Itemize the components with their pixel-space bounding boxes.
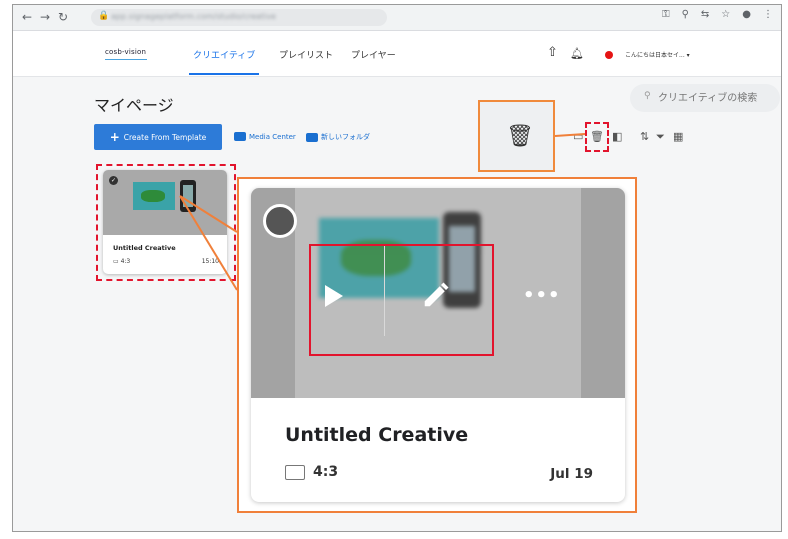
action-buttons-highlight bbox=[309, 244, 494, 356]
filter-icon[interactable]: ⏷ bbox=[656, 130, 665, 144]
new-folder-link[interactable]: 新しいフォルダ bbox=[306, 132, 370, 142]
tab-playlist[interactable]: プレイリスト bbox=[279, 48, 333, 61]
record-indicator bbox=[605, 51, 613, 59]
browser-actions: ⚿ ⚲ ⇆ ☆ ● ⋮ bbox=[662, 9, 773, 20]
bell-icon[interactable]: 🔔︎ bbox=[570, 47, 584, 60]
menu-icon[interactable]: ⋮ bbox=[763, 9, 773, 20]
create-from-template-button[interactable]: + Create From Template bbox=[94, 124, 222, 150]
lock-icon: 🔒 bbox=[98, 11, 110, 21]
folder-icon bbox=[306, 132, 318, 142]
selection-highlight-trash bbox=[585, 122, 609, 152]
select-checkbox[interactable] bbox=[263, 204, 297, 238]
create-button-label: Create From Template bbox=[123, 132, 207, 142]
new-folder-label: 新しいフォルダ bbox=[321, 133, 370, 141]
screen-icon bbox=[285, 464, 305, 480]
selection-highlight-card bbox=[96, 164, 236, 281]
trash-icon-large: 🗑︎ bbox=[506, 124, 534, 149]
search-icon: ⚲ bbox=[644, 91, 651, 101]
browser-toolbar: ← → ↻ 🔒 app.signageplatform.com/studio/c… bbox=[13, 5, 781, 31]
duplicate-icon[interactable]: ◧ bbox=[612, 130, 622, 143]
address-text: app.signageplatform.com/studio/creative bbox=[111, 12, 276, 21]
upload-icon[interactable]: ⇧ bbox=[547, 45, 558, 60]
forward-icon[interactable]: → bbox=[37, 9, 53, 25]
reload-icon[interactable]: ↻ bbox=[55, 9, 71, 25]
sort-icon[interactable]: ⇅ bbox=[640, 130, 649, 143]
translate-icon[interactable]: ⇆ bbox=[701, 9, 709, 20]
app-header: cosb-vision クリエイティブ プレイリスト プレイヤー ⇧ 🔔︎ こん… bbox=[13, 31, 781, 77]
media-center-link[interactable]: Media Center bbox=[234, 132, 296, 141]
zoom-icon[interactable]: ⚲ bbox=[682, 9, 689, 20]
media-icon bbox=[234, 132, 246, 141]
creative-date: Jul 19 bbox=[550, 466, 593, 482]
aspect-ratio-large: 4:3 bbox=[285, 464, 338, 480]
aspect-ratio-value-large: 4:3 bbox=[313, 464, 339, 480]
app-logo[interactable]: cosb-vision bbox=[105, 48, 148, 60]
page-title: マイページ bbox=[94, 96, 174, 115]
media-center-label: Media Center bbox=[249, 132, 296, 141]
grid-view-icon[interactable]: ▦ bbox=[673, 130, 683, 143]
address-bar[interactable]: 🔒 app.signageplatform.com/studio/creativ… bbox=[91, 9, 387, 26]
key-icon[interactable]: ⚿ bbox=[662, 9, 670, 20]
creative-title-large: Untitled Creative bbox=[285, 424, 469, 446]
back-icon[interactable]: ← bbox=[19, 9, 35, 25]
more-options-icon[interactable]: ••• bbox=[523, 285, 561, 306]
star-icon[interactable]: ☆ bbox=[721, 9, 730, 20]
tab-creative[interactable]: クリエイティブ bbox=[188, 48, 260, 75]
profile-icon[interactable]: ● bbox=[742, 9, 751, 20]
tab-player[interactable]: プレイヤー bbox=[351, 48, 396, 61]
search-input[interactable] bbox=[658, 89, 778, 107]
search-box[interactable]: ⚲ bbox=[630, 84, 780, 112]
user-menu[interactable]: こんにちは日本セイ... ▾ bbox=[625, 50, 690, 59]
move-icon[interactable]: ▭ bbox=[573, 130, 583, 143]
plus-icon: + bbox=[109, 130, 120, 144]
trash-zoom-callout: 🗑︎ bbox=[478, 100, 555, 172]
